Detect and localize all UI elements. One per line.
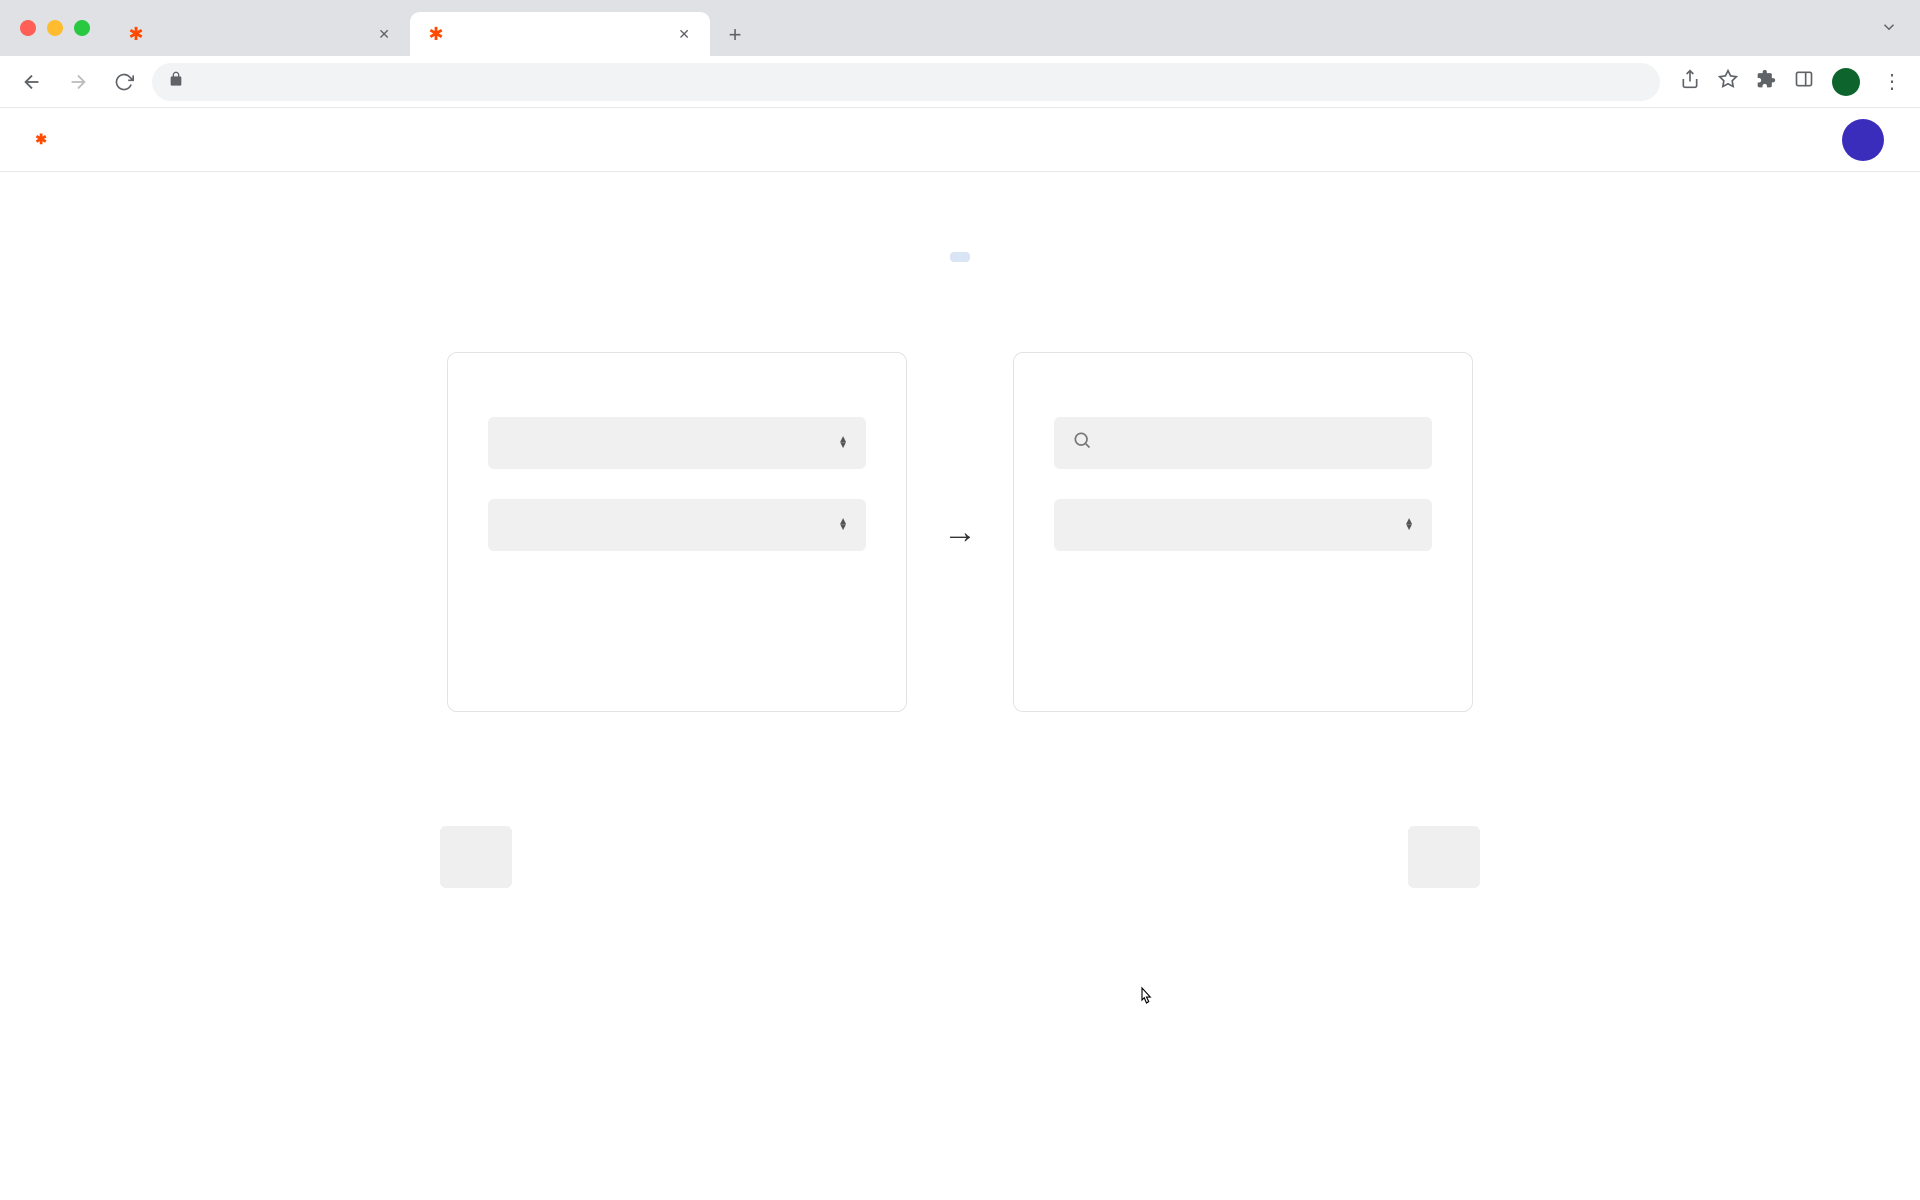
close-tab-icon[interactable]: ✕: [374, 24, 394, 45]
star-icon[interactable]: [1718, 69, 1738, 95]
share-icon[interactable]: [1680, 69, 1700, 95]
search-icon: [1072, 430, 1092, 456]
zapier-favicon-icon: ✱: [426, 24, 446, 44]
select-arrows-icon: ▲▼: [1404, 519, 1414, 531]
back-step-button[interactable]: [440, 826, 512, 888]
browser-tab-0[interactable]: ✱ ✕: [110, 12, 410, 56]
chrome-profile-avatar[interactable]: [1832, 68, 1860, 96]
traffic-lights: [20, 20, 90, 36]
app-header: [0, 108, 1920, 172]
close-tab-icon[interactable]: ✕: [674, 24, 694, 45]
reload-button[interactable]: [106, 64, 142, 100]
new-tab-button[interactable]: +: [716, 16, 754, 54]
source-card: ▲▼ ▲▼: [447, 352, 907, 712]
main-content: ▲▼ ▲▼ → ▲▼: [0, 172, 1920, 888]
window-close-button[interactable]: [20, 20, 36, 36]
sidepanel-icon[interactable]: [1794, 69, 1814, 95]
chrome-menu-icon[interactable]: ⋮: [1878, 69, 1906, 94]
destination-app-search[interactable]: [1054, 417, 1432, 469]
window-minimize-button[interactable]: [47, 20, 63, 36]
arrow-right-icon: →: [943, 513, 977, 552]
nav-button-row: [440, 826, 1480, 888]
zapier-favicon-icon: ✱: [126, 24, 146, 44]
cursor-pointer-icon: [1136, 986, 1154, 1013]
source-data-select[interactable]: ▲▼: [488, 499, 866, 551]
back-button[interactable]: [14, 64, 50, 100]
user-avatar[interactable]: [1842, 119, 1884, 161]
chevron-down-icon[interactable]: [1880, 18, 1898, 41]
select-arrows-icon: ▲▼: [838, 437, 848, 449]
next-step-button: [1408, 826, 1480, 888]
destination-card: ▲▼: [1013, 352, 1473, 712]
browser-toolbar: ⋮: [0, 56, 1920, 108]
destination-action-select[interactable]: ▲▼: [1054, 499, 1432, 551]
window-maximize-button[interactable]: [74, 20, 90, 36]
address-bar[interactable]: [152, 63, 1660, 101]
beta-badge: [950, 252, 970, 262]
forward-button[interactable]: [60, 64, 96, 100]
cards-row: ▲▼ ▲▼ → ▲▼: [447, 352, 1473, 712]
toolbar-right: ⋮: [1680, 68, 1906, 96]
lock-icon: [168, 71, 184, 92]
select-arrows-icon: ▲▼: [838, 519, 848, 531]
browser-tab-strip: ✱ ✕ ✱ ✕ +: [0, 0, 1920, 56]
browser-tab-1[interactable]: ✱ ✕: [410, 12, 710, 56]
source-app-select[interactable]: ▲▼: [488, 417, 866, 469]
extensions-icon[interactable]: [1756, 69, 1776, 95]
